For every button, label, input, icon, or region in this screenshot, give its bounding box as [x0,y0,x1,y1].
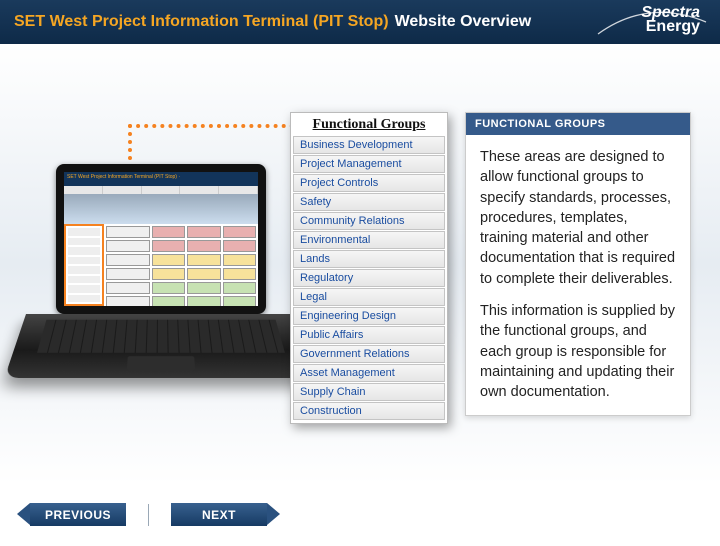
next-button[interactable]: NEXT [171,503,267,526]
info-panel: FUNCTIONAL GROUPS These areas are design… [465,112,691,416]
info-panel-heading: FUNCTIONAL GROUPS [466,113,690,135]
nav-bar: PREVIOUS NEXT [30,503,267,526]
mini-sidebar-highlighted [64,224,104,306]
info-panel-body: These areas are designed to allow functi… [466,135,690,415]
brand-logo: Spectra Energy [641,6,700,34]
fg-item-asset-management[interactable]: Asset Management [293,364,445,382]
mini-grid [64,224,258,306]
fg-item-community-relations[interactable]: Community Relations [293,212,445,230]
laptop-keyboard [4,314,317,378]
app-header: SET West Project Information Terminal (P… [0,0,720,44]
mini-header: SET West Project Information Terminal (P… [64,172,258,186]
header-title-main: SET West Project Information Terminal (P… [14,13,389,31]
fg-item-environmental[interactable]: Environmental [293,231,445,249]
info-paragraph-2: This information is supplied by the func… [480,301,676,402]
laptop-illustration: SET West Project Information Terminal (P… [26,164,286,394]
laptop-screen-bezel: SET West Project Information Terminal (P… [56,164,266,314]
mini-banner-photo [64,194,258,224]
fg-item-regulatory[interactable]: Regulatory [293,269,445,287]
fg-item-engineering-design[interactable]: Engineering Design [293,307,445,325]
header-title-sub: Website Overview [395,13,532,31]
mini-tabs [64,186,258,194]
fg-item-supply-chain[interactable]: Supply Chain [293,383,445,401]
mini-matrix [104,224,258,306]
functional-groups-menu: Functional Groups Business Development P… [290,112,448,424]
fg-item-government-relations[interactable]: Government Relations [293,345,445,363]
fg-item-lands[interactable]: Lands [293,250,445,268]
functional-groups-title: Functional Groups [293,115,445,135]
info-paragraph-1: These areas are designed to allow functi… [480,147,676,289]
main-canvas: SET West Project Information Terminal (P… [0,44,720,484]
logo-line2: Energy [646,18,700,35]
fg-item-construction[interactable]: Construction [293,402,445,420]
fg-item-project-management[interactable]: Project Management [293,155,445,173]
previous-button[interactable]: PREVIOUS [30,503,126,526]
fg-item-legal[interactable]: Legal [293,288,445,306]
laptop-screen: SET West Project Information Terminal (P… [64,172,258,306]
connector-dots-horizontal [128,124,294,128]
fg-item-business-development[interactable]: Business Development [293,136,445,154]
nav-divider [148,504,149,526]
fg-item-public-affairs[interactable]: Public Affairs [293,326,445,344]
fg-item-project-controls[interactable]: Project Controls [293,174,445,192]
fg-item-safety[interactable]: Safety [293,193,445,211]
